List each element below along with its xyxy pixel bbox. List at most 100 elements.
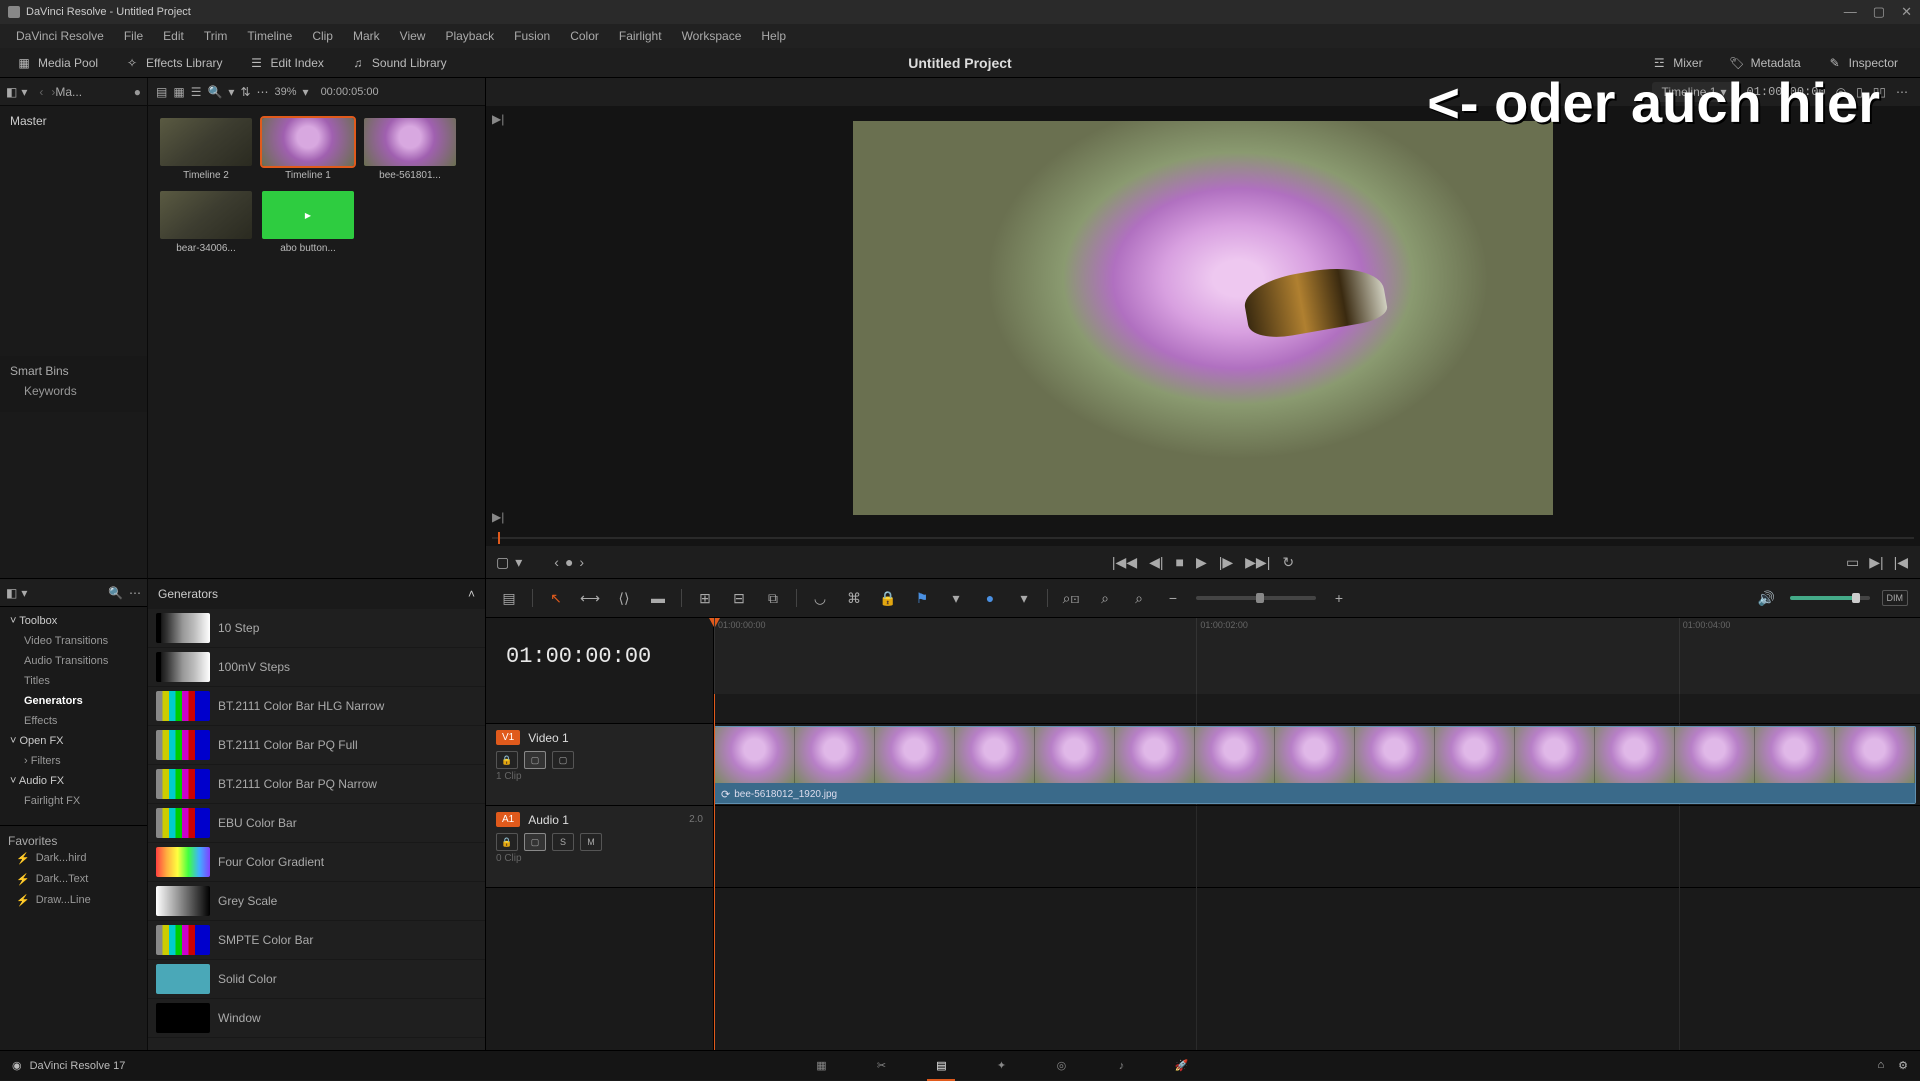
edit-page-icon[interactable]: ▤ bbox=[929, 1058, 953, 1074]
sound-library-toggle[interactable]: ♫Sound Library bbox=[340, 51, 457, 75]
chevron-down-icon[interactable]: ▾ bbox=[945, 587, 967, 609]
auto-select-icon[interactable]: ▢ bbox=[524, 751, 546, 769]
menu-workspace[interactable]: Workspace bbox=[674, 26, 750, 46]
chevron-down-icon[interactable]: ▾ bbox=[21, 586, 27, 600]
zoom-to-fit-icon[interactable]: ⌕⊡ bbox=[1060, 587, 1082, 609]
deliver-page-icon[interactable]: 🚀 bbox=[1169, 1058, 1193, 1074]
favorites-header[interactable]: Favorites bbox=[8, 834, 139, 848]
dual-viewer-icon[interactable]: ▯▯ bbox=[1873, 85, 1886, 99]
dynamic-trim-icon[interactable]: ⟨⟩ bbox=[613, 587, 635, 609]
detail-zoom-icon[interactable]: ⌕ bbox=[1094, 587, 1116, 609]
lock-track-icon[interactable]: 🔒 bbox=[496, 833, 518, 851]
overwrite-icon[interactable]: ⊟ bbox=[728, 587, 750, 609]
generator-item[interactable]: 10 Step bbox=[148, 609, 485, 648]
tree-fairlightfx[interactable]: Fairlight FX bbox=[0, 791, 147, 811]
mixer-toggle[interactable]: ☲Mixer bbox=[1641, 51, 1712, 75]
tree-openfx[interactable]: ˅ Open FX bbox=[0, 731, 147, 751]
generator-item[interactable]: Window bbox=[148, 999, 485, 1038]
search-icon[interactable]: 🔍 bbox=[207, 85, 222, 99]
tree-video-transitions[interactable]: Video Transitions bbox=[0, 631, 147, 651]
zoom-in-icon[interactable]: + bbox=[1328, 587, 1350, 609]
auto-select-icon[interactable]: ▢ bbox=[524, 833, 546, 851]
media-clip-thumb[interactable]: bee-561801... bbox=[364, 118, 456, 181]
chevron-down-icon[interactable]: ▾ bbox=[1013, 587, 1035, 609]
viewer-timecode[interactable]: 01:00:00:00 bbox=[1746, 85, 1825, 99]
first-frame-icon[interactable]: ▶| bbox=[492, 112, 504, 126]
video-track-header[interactable]: V1Video 1 🔒 ▢ ▢ 1 Clip bbox=[486, 724, 713, 806]
volume-slider[interactable] bbox=[1790, 596, 1870, 600]
step-fwd-icon[interactable]: |▶ bbox=[1219, 554, 1233, 571]
chevron-down-icon[interactable]: ▾ bbox=[228, 85, 234, 99]
tree-generators[interactable]: Generators bbox=[0, 691, 147, 711]
media-clip-thumb[interactable]: Timeline 2 bbox=[160, 118, 252, 181]
generator-item[interactable]: BT.2111 Color Bar PQ Full bbox=[148, 726, 485, 765]
smart-bin-keywords[interactable]: Keywords bbox=[10, 378, 137, 404]
media-clip-thumb[interactable]: ▶abo button... bbox=[262, 191, 354, 254]
track-name[interactable]: Audio 1 bbox=[528, 813, 569, 827]
chevron-down-icon[interactable]: ▾ bbox=[21, 85, 27, 99]
bin-master[interactable]: Master bbox=[0, 106, 147, 136]
media-pool-toggle[interactable]: ▦Media Pool bbox=[6, 51, 108, 75]
selection-tool-icon[interactable]: ↖ bbox=[545, 587, 567, 609]
video-clip[interactable]: bee-5618012_1920.jpg bbox=[714, 726, 1916, 804]
playhead-icon[interactable] bbox=[498, 532, 500, 544]
disable-track-icon[interactable]: ▢ bbox=[552, 751, 574, 769]
generator-item[interactable]: 100mV Steps bbox=[148, 648, 485, 687]
media-page-icon[interactable]: ▦ bbox=[809, 1058, 833, 1074]
generator-item[interactable]: SMPTE Color Bar bbox=[148, 921, 485, 960]
go-start-icon[interactable]: |◀◀ bbox=[1112, 554, 1137, 571]
generator-item[interactable]: EBU Color Bar bbox=[148, 804, 485, 843]
next-marker-icon[interactable]: › bbox=[579, 554, 584, 570]
match-frame-icon[interactable]: ▢ bbox=[496, 554, 509, 571]
favorite-item[interactable]: ⚡Draw...Line bbox=[8, 890, 139, 911]
fairlight-page-icon[interactable]: ♪ bbox=[1109, 1058, 1133, 1074]
menu-davinci[interactable]: DaVinci Resolve bbox=[8, 26, 112, 46]
go-in-icon[interactable]: ▶| bbox=[1869, 554, 1883, 571]
generator-item[interactable]: Four Color Gradient bbox=[148, 843, 485, 882]
inspector-toggle[interactable]: ✎Inspector bbox=[1817, 51, 1908, 75]
project-settings-icon[interactable]: ⚙ bbox=[1898, 1059, 1908, 1072]
speaker-icon[interactable]: 🔊 bbox=[1756, 587, 1778, 609]
more-icon[interactable]: ⋯ bbox=[257, 85, 269, 99]
generator-item[interactable]: BT.2111 Color Bar HLG Narrow bbox=[148, 687, 485, 726]
thumb-view-icon[interactable]: ▦ bbox=[173, 85, 184, 99]
favorite-item[interactable]: ⚡Dark...hird bbox=[8, 848, 139, 869]
snap-icon[interactable]: ◡ bbox=[809, 587, 831, 609]
timeline-clip-area[interactable]: bee-5618012_1920.jpg bbox=[714, 694, 1920, 1050]
link-icon[interactable]: ⌘ bbox=[843, 587, 865, 609]
color-page-icon[interactable]: ◎ bbox=[1049, 1058, 1073, 1074]
track-badge[interactable]: A1 bbox=[496, 812, 520, 827]
timeline-view-icon[interactable]: ▤ bbox=[498, 587, 520, 609]
prev-marker-icon[interactable]: ‹ bbox=[554, 554, 559, 570]
zoom-slider[interactable] bbox=[1196, 596, 1316, 600]
menu-color[interactable]: Color bbox=[562, 26, 607, 46]
effects-library-toggle[interactable]: ✧Effects Library bbox=[114, 51, 232, 75]
track-name[interactable]: Video 1 bbox=[528, 731, 568, 745]
tree-titles[interactable]: Titles bbox=[0, 671, 147, 691]
menu-playback[interactable]: Playback bbox=[437, 26, 502, 46]
sort-icon[interactable]: ⇅ bbox=[240, 85, 250, 99]
go-out-icon[interactable]: |◀ bbox=[1894, 554, 1908, 571]
nav-back-icon[interactable]: ‹ bbox=[39, 85, 43, 99]
zoom-out-icon[interactable]: − bbox=[1162, 587, 1184, 609]
lock-icon[interactable]: 🔒 bbox=[877, 587, 899, 609]
minimize-button[interactable]: — bbox=[1844, 4, 1857, 20]
menu-clip[interactable]: Clip bbox=[304, 26, 341, 46]
custom-zoom-icon[interactable]: ⌕ bbox=[1128, 587, 1150, 609]
generator-item[interactable]: Grey Scale bbox=[148, 882, 485, 921]
track-badge[interactable]: V1 bbox=[496, 730, 520, 745]
bypass-icon[interactable]: ◎ bbox=[1836, 85, 1846, 99]
panel-layout-icon[interactable]: ◧ bbox=[6, 85, 17, 99]
menu-mark[interactable]: Mark bbox=[345, 26, 388, 46]
solo-icon[interactable]: S bbox=[552, 833, 574, 851]
dim-button[interactable]: DIM bbox=[1882, 590, 1909, 606]
chevron-down-icon[interactable]: ▾ bbox=[303, 85, 309, 99]
smart-bins-header[interactable]: Smart Bins bbox=[10, 364, 137, 378]
menu-file[interactable]: File bbox=[116, 26, 151, 46]
maximize-button[interactable]: ▢ bbox=[1873, 4, 1885, 20]
last-frame-icon[interactable]: ▶| bbox=[492, 510, 504, 524]
blade-tool-icon[interactable]: ▬ bbox=[647, 587, 669, 609]
playhead-line[interactable] bbox=[714, 694, 715, 1050]
menu-help[interactable]: Help bbox=[753, 26, 794, 46]
menu-view[interactable]: View bbox=[392, 26, 434, 46]
